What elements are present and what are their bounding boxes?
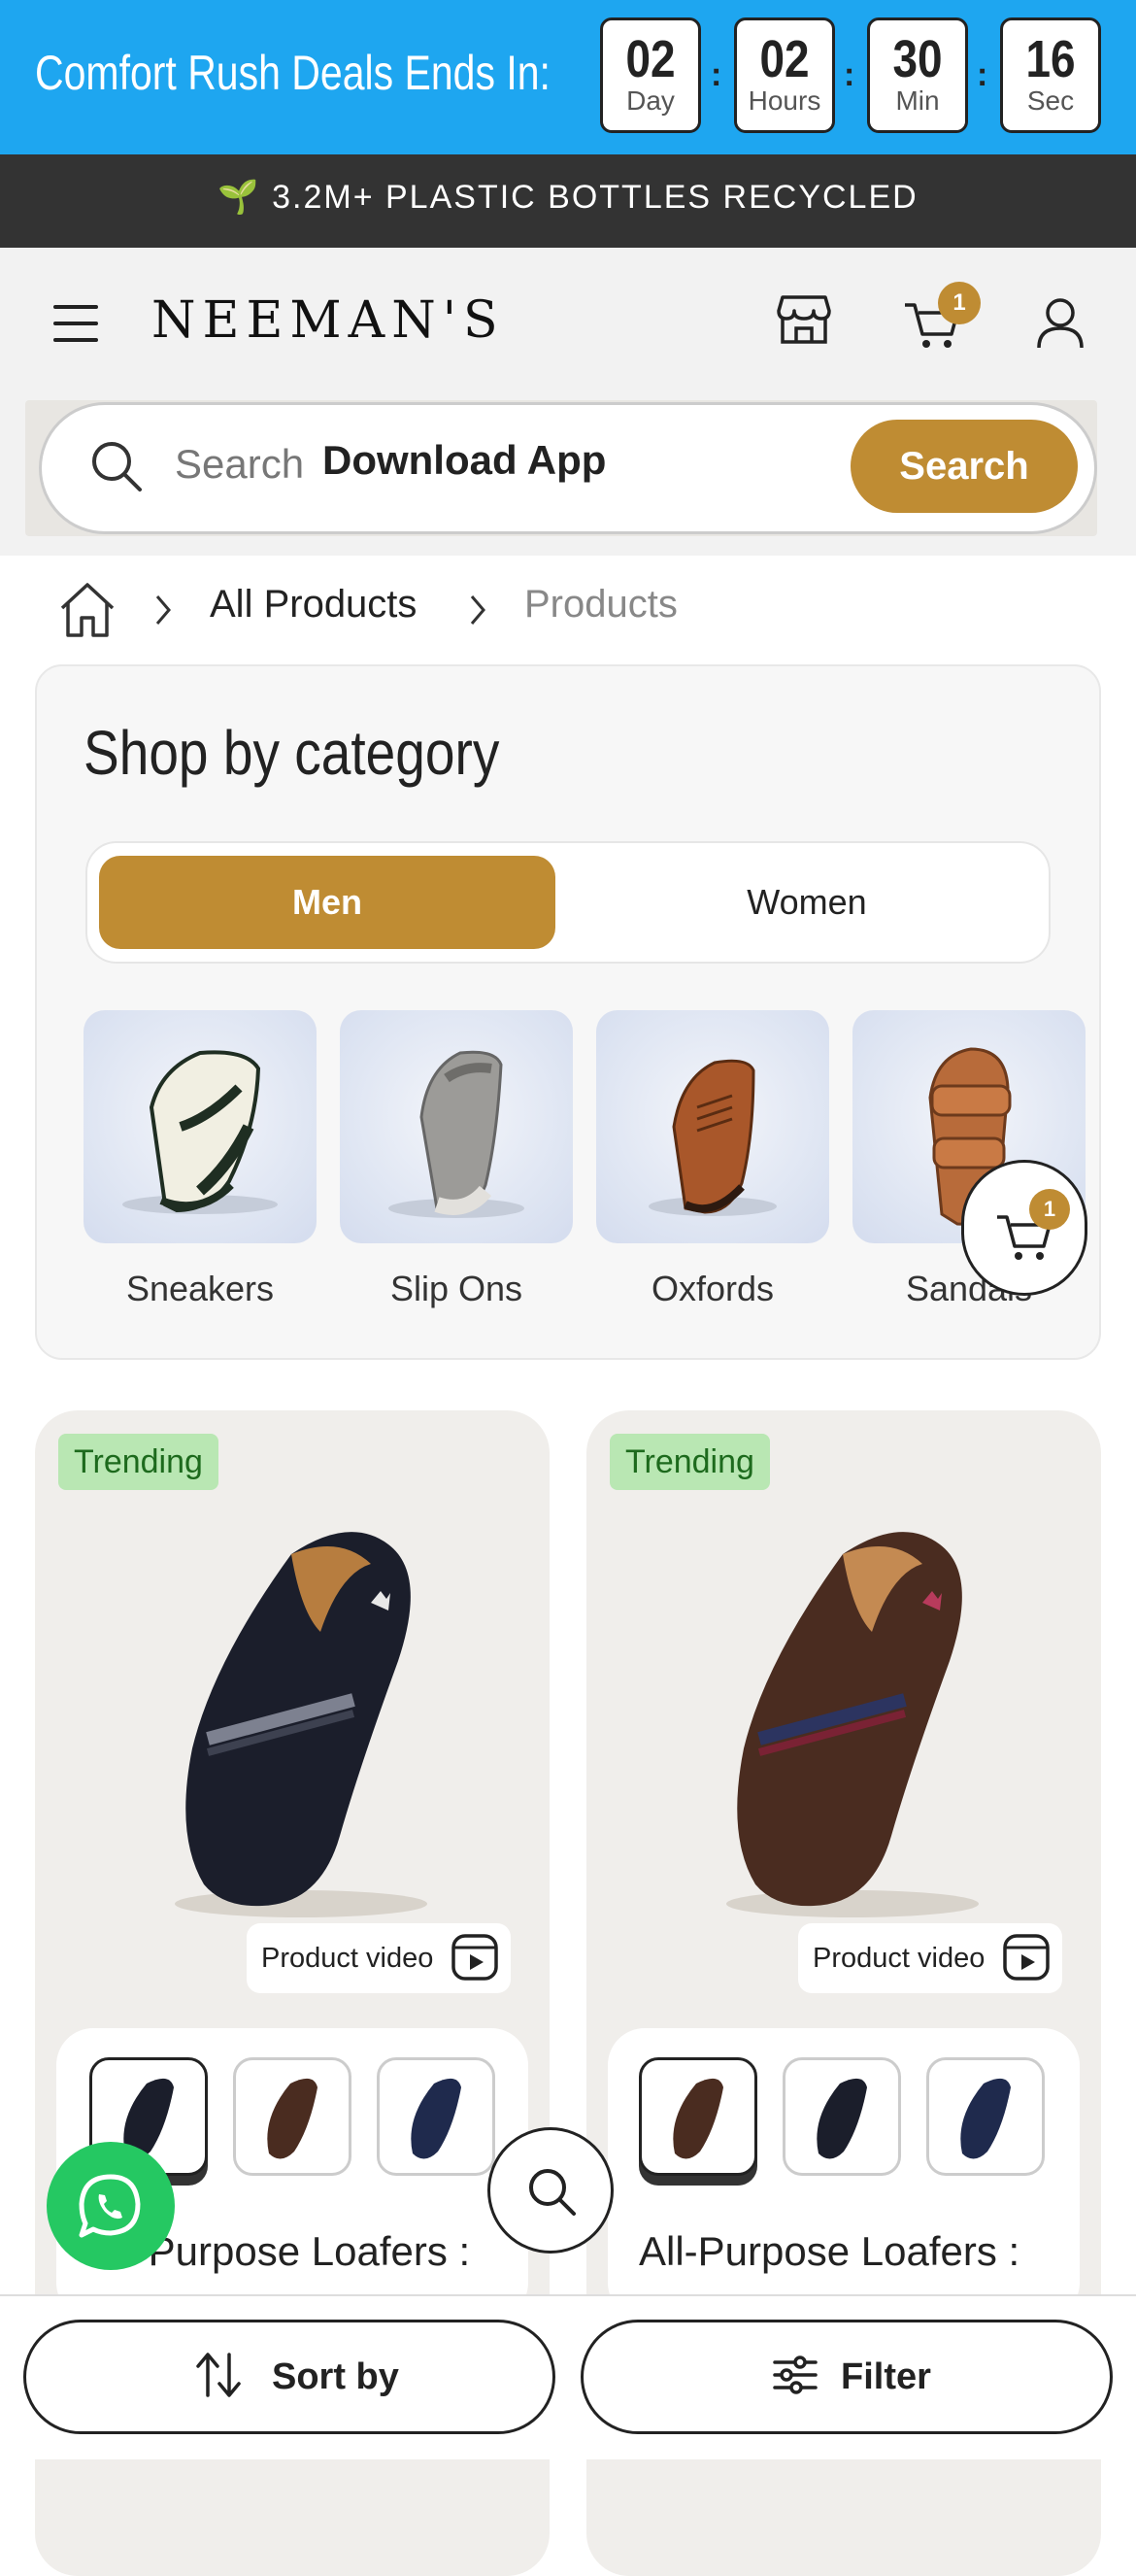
sneaker-image: [122, 1050, 278, 1214]
color-swatch-black[interactable]: [783, 2057, 901, 2176]
product-video-label: Product video: [261, 1943, 434, 1974]
swatch-image: [960, 2078, 1011, 2159]
oxford-image: [649, 1059, 777, 1216]
search-rotating-text: Download App: [322, 437, 607, 483]
deal-title: Comfort Rush Deals Ends In:: [35, 46, 551, 100]
timer-label: Min: [895, 85, 940, 116]
timer-label: Hours: [748, 85, 821, 116]
floating-search-button[interactable]: [487, 2127, 614, 2254]
video-play-icon: [1003, 1934, 1050, 1981]
category-title: Shop by category: [84, 718, 500, 788]
swatch-image: [817, 2078, 867, 2159]
category-label[interactable]: Sneakers: [84, 1269, 317, 1309]
user-icon[interactable]: [1035, 295, 1086, 350]
tab-women[interactable]: Women: [579, 856, 1035, 949]
floating-cart-button[interactable]: [961, 1160, 1087, 1296]
color-swatch-brown[interactable]: [233, 2057, 351, 2176]
video-play-icon: [451, 1934, 498, 1981]
timer-label: Sec: [1026, 85, 1075, 116]
category-image-oxfords[interactable]: [596, 1010, 829, 1243]
sort-by-label: Sort by: [272, 2356, 399, 2397]
search-placeholder: Search: [175, 441, 305, 487]
color-swatch-navy[interactable]: [377, 2057, 495, 2176]
product-video-label: Product video: [813, 1943, 986, 1974]
whatsapp-button[interactable]: [47, 2142, 175, 2270]
floating-cart-badge: 1: [1029, 1189, 1070, 1230]
category-image-sneakers[interactable]: [84, 1010, 317, 1243]
timer-separator: :: [711, 56, 722, 93]
product-title[interactable]: All-Purpose Loafers :: [639, 2228, 1019, 2275]
timer-label: Day: [626, 85, 675, 116]
search-button[interactable]: Search: [851, 420, 1078, 513]
brand-logo[interactable]: NEEMAN'S: [151, 291, 505, 350]
product-image[interactable]: [146, 1515, 456, 1923]
timer-value: 30: [892, 30, 943, 88]
timer-value: 02: [759, 30, 810, 88]
timer-minutes: 30 Min: [867, 17, 968, 133]
swatch-image: [267, 2078, 317, 2159]
timer-value: 02: [625, 30, 676, 88]
search-icon: [92, 442, 142, 491]
filter-label: Filter: [841, 2356, 931, 2397]
swatch-image: [411, 2078, 461, 2159]
cart-count-badge: 1: [938, 282, 981, 324]
category-image-slip-ons[interactable]: [340, 1010, 573, 1243]
recycle-text: 3.2M+ PLASTIC BOTTLES RECYCLED: [272, 179, 919, 216]
swatch-image: [673, 2078, 723, 2159]
recycle-banner: 🌱 3.2M+ PLASTIC BOTTLES RECYCLED: [0, 154, 1136, 248]
color-swatch-navy[interactable]: [926, 2057, 1045, 2176]
tab-men[interactable]: Men: [99, 856, 555, 949]
store-icon[interactable]: [777, 293, 831, 346]
timer-separator: :: [844, 56, 855, 93]
timer-days: 02 Day: [600, 17, 701, 133]
product-image[interactable]: [697, 1515, 1008, 1923]
chevron-right-icon: [155, 595, 171, 625]
breadcrumb-all-products[interactable]: All Products: [210, 583, 417, 627]
search-icon: [529, 2169, 576, 2216]
timer-hours: 02 Hours: [734, 17, 835, 133]
chevron-right-icon: [470, 595, 485, 625]
timer-value: 16: [1025, 30, 1076, 88]
whatsapp-icon: [79, 2174, 141, 2238]
timer-separator: :: [977, 56, 988, 93]
breadcrumb-products: Products: [524, 583, 678, 626]
trending-badge: Trending: [610, 1434, 770, 1490]
category-label[interactable]: Oxfords: [596, 1269, 829, 1309]
color-swatch-brown[interactable]: [639, 2057, 757, 2176]
filter-icon: [773, 2356, 818, 2394]
category-label[interactable]: Slip Ons: [340, 1269, 573, 1309]
timer-seconds: 16 Sec: [1000, 17, 1101, 133]
sort-icon: [196, 2353, 241, 2397]
trending-badge: Trending: [58, 1434, 218, 1490]
home-icon[interactable]: [58, 581, 117, 639]
sprout-icon: 🌱: [217, 179, 261, 216]
slip-on-image: [388, 1050, 524, 1218]
